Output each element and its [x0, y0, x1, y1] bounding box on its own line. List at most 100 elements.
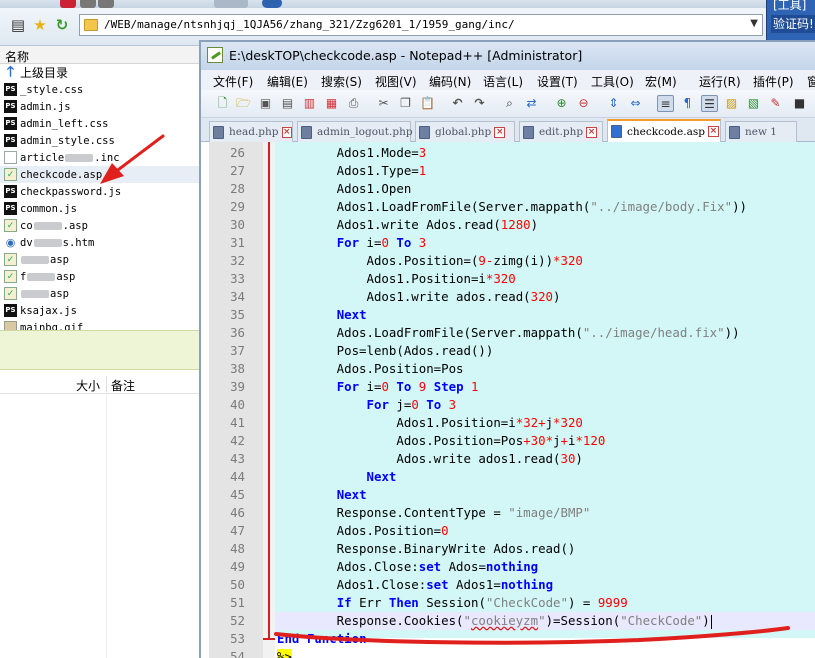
- file-item[interactable]: mainbg.gif: [0, 319, 210, 330]
- parent-directory-item[interactable]: 🡑 上级目录: [0, 64, 210, 81]
- code-line[interactable]: 44 Next: [201, 468, 815, 486]
- menu-item[interactable]: 窗口: [807, 73, 815, 90]
- file-item[interactable]: ✓ f asp: [0, 268, 210, 285]
- file-item[interactable]: article .inc: [0, 149, 210, 166]
- close-tab-icon[interactable]: ×: [494, 126, 506, 138]
- close-all-icon[interactable]: ▦: [323, 95, 340, 112]
- menu-item[interactable]: 宏(M): [645, 73, 677, 90]
- close-file-icon[interactable]: ▥: [301, 95, 318, 112]
- code-line[interactable]: 45 Next: [201, 486, 815, 504]
- code-line[interactable]: 35 Next: [201, 306, 815, 324]
- editor-tab[interactable]: head.php ×: [209, 121, 293, 142]
- close-tab-icon[interactable]: ×: [586, 126, 598, 138]
- doc-map-icon[interactable]: ▨: [723, 95, 740, 112]
- captcha-label[interactable]: 验证码!: [771, 15, 815, 33]
- editor-tab[interactable]: admin_logout.php×: [297, 121, 426, 142]
- code-line[interactable]: 38 Ados.Position=Pos: [201, 360, 815, 378]
- word-wrap-icon[interactable]: ≡: [657, 95, 674, 112]
- note-column-header[interactable]: 备注: [111, 377, 135, 394]
- sync-horizontal-icon[interactable]: ⇔: [627, 95, 644, 112]
- code-line[interactable]: 41 Ados1.Position=i*32+j*320: [201, 414, 815, 432]
- code-line[interactable]: 31 For i=0 To 3: [201, 234, 815, 252]
- editor-tab[interactable]: global.php ×: [415, 121, 515, 142]
- code-line[interactable]: 37 Pos=lenb(Ados.read()): [201, 342, 815, 360]
- code-line[interactable]: 40 For j=0 To 3: [201, 396, 815, 414]
- menu-item[interactable]: 编辑(E): [267, 73, 308, 90]
- show-all-chars-icon[interactable]: ¶: [679, 95, 696, 112]
- code-line[interactable]: 50 Ados1.Close:set Ados1=nothing: [201, 576, 815, 594]
- new-file-icon[interactable]: 🗋: [214, 95, 231, 112]
- toolbar-arrow-icon[interactable]: [80, 0, 96, 8]
- print-icon[interactable]: ⎙: [345, 95, 362, 112]
- file-item[interactable]: PS _style.css: [0, 81, 210, 98]
- editor-tab[interactable]: checkcode.asp ×: [607, 119, 721, 142]
- code-line[interactable]: 52 Response.Cookies("cookieyzm")=Session…: [201, 612, 815, 630]
- code-line[interactable]: 43 Ados.write ados1.read(30): [201, 450, 815, 468]
- menu-item[interactable]: 设置(T): [537, 73, 578, 90]
- indent-guide-icon[interactable]: ☰: [701, 95, 718, 112]
- toolbar-globe-icon[interactable]: [262, 0, 282, 8]
- code-line[interactable]: 29 Ados1.LoadFromFile(Server.mappath("..…: [201, 198, 815, 216]
- copy-icon[interactable]: ❐: [397, 95, 414, 112]
- menu-item[interactable]: 编码(N): [429, 73, 471, 90]
- zoom-out-icon[interactable]: ⊖: [575, 95, 592, 112]
- file-item[interactable]: ✓ asp: [0, 285, 210, 302]
- save-all-icon[interactable]: ▤: [279, 95, 296, 112]
- code-line[interactable]: 54 %>: [201, 648, 815, 658]
- code-line[interactable]: 39 For i=0 To 9 Step 1: [201, 378, 815, 396]
- macro-stop-icon[interactable]: ■: [791, 95, 808, 112]
- toolbar-window-icon[interactable]: [214, 0, 248, 8]
- notepadpp-title-bar[interactable]: E:\deskTOP\checkcode.asp - Notepad++ [Ad…: [201, 42, 815, 70]
- replace-icon[interactable]: ⇄: [523, 95, 540, 112]
- code-line[interactable]: 28 Ados1.Open: [201, 180, 815, 198]
- chevron-down-icon[interactable]: ▼: [750, 18, 758, 29]
- address-bar[interactable]: /WEB/manage/ntsnhjqj_1QJA56/zhang_321/Zz…: [79, 14, 763, 36]
- code-line[interactable]: 30 Ados1.write Ados.read(1280): [201, 216, 815, 234]
- file-item[interactable]: ✓ checkcode.asp: [0, 166, 210, 183]
- zoom-in-icon[interactable]: ⊕: [553, 95, 570, 112]
- file-item[interactable]: PS admin_left.css: [0, 115, 210, 132]
- code-editor[interactable]: 26 Ados1.Mode=3 27 Ados1.Type=1 28 Ados1.O…: [201, 142, 815, 658]
- file-item[interactable]: ✓ co .asp: [0, 217, 210, 234]
- menu-item[interactable]: 插件(P): [753, 73, 794, 90]
- menu-item[interactable]: 语言(L): [483, 73, 523, 90]
- close-tab-icon[interactable]: ×: [707, 126, 719, 137]
- file-item[interactable]: PS common.js: [0, 200, 210, 217]
- menu-item[interactable]: 视图(V): [375, 73, 417, 90]
- code-line[interactable]: 46 Response.ContentType = "image/BMP": [201, 504, 815, 522]
- menu-item[interactable]: 搜索(S): [321, 73, 362, 90]
- toolbar-arrow-icon[interactable]: [98, 0, 114, 8]
- code-line[interactable]: 26 Ados1.Mode=3: [201, 144, 815, 162]
- code-line[interactable]: 34 Ados1.write ados.read(320): [201, 288, 815, 306]
- menu-item[interactable]: 文件(F): [213, 73, 253, 90]
- code-line[interactable]: 49 Ados.Close:set Ados=nothing: [201, 558, 815, 576]
- redo-icon[interactable]: ↷: [471, 95, 488, 112]
- undo-icon[interactable]: ↶: [449, 95, 466, 112]
- open-file-icon[interactable]: 🗁: [235, 95, 252, 112]
- code-line[interactable]: 42 Ados.Position=Pos+30*j+i*120: [201, 432, 815, 450]
- file-list-header[interactable]: 名称: [0, 46, 210, 64]
- refresh-icon[interactable]: ↻: [52, 15, 72, 35]
- bookmarks-icon[interactable]: ▤: [8, 15, 28, 35]
- menu-item[interactable]: 工具(O): [591, 73, 634, 90]
- sync-vertical-icon[interactable]: ⇕: [605, 95, 622, 112]
- file-item[interactable]: ◉ dv s.htm: [0, 234, 210, 251]
- code-line[interactable]: 48 Response.BinaryWrite Ados.read(): [201, 540, 815, 558]
- code-line[interactable]: 32 Ados.Position=(9-zimg(i))*320: [201, 252, 815, 270]
- name-column-header[interactable]: 名称: [5, 48, 29, 65]
- editor-tab[interactable]: edit.php ×: [519, 121, 603, 142]
- cut-icon[interactable]: ✂: [375, 95, 392, 112]
- code-line[interactable]: 36 Ados.LoadFromFile(Server.mappath("../…: [201, 324, 815, 342]
- code-line[interactable]: 27 Ados1.Type=1: [201, 162, 815, 180]
- save-icon[interactable]: ▣: [257, 95, 274, 112]
- paste-icon[interactable]: 📋: [419, 95, 436, 112]
- file-item[interactable]: PS admin_style.css: [0, 132, 210, 149]
- file-item[interactable]: PS admin.js: [0, 98, 210, 115]
- find-icon[interactable]: ⌕: [501, 95, 518, 112]
- code-line[interactable]: 33 Ados1.Position=i*320: [201, 270, 815, 288]
- menu-item[interactable]: 运行(R): [699, 73, 741, 90]
- favorite-star-icon[interactable]: ★: [30, 15, 50, 35]
- column-divider[interactable]: [106, 376, 107, 392]
- file-item[interactable]: ✓ asp: [0, 251, 210, 268]
- function-list-icon[interactable]: ▧: [745, 95, 762, 112]
